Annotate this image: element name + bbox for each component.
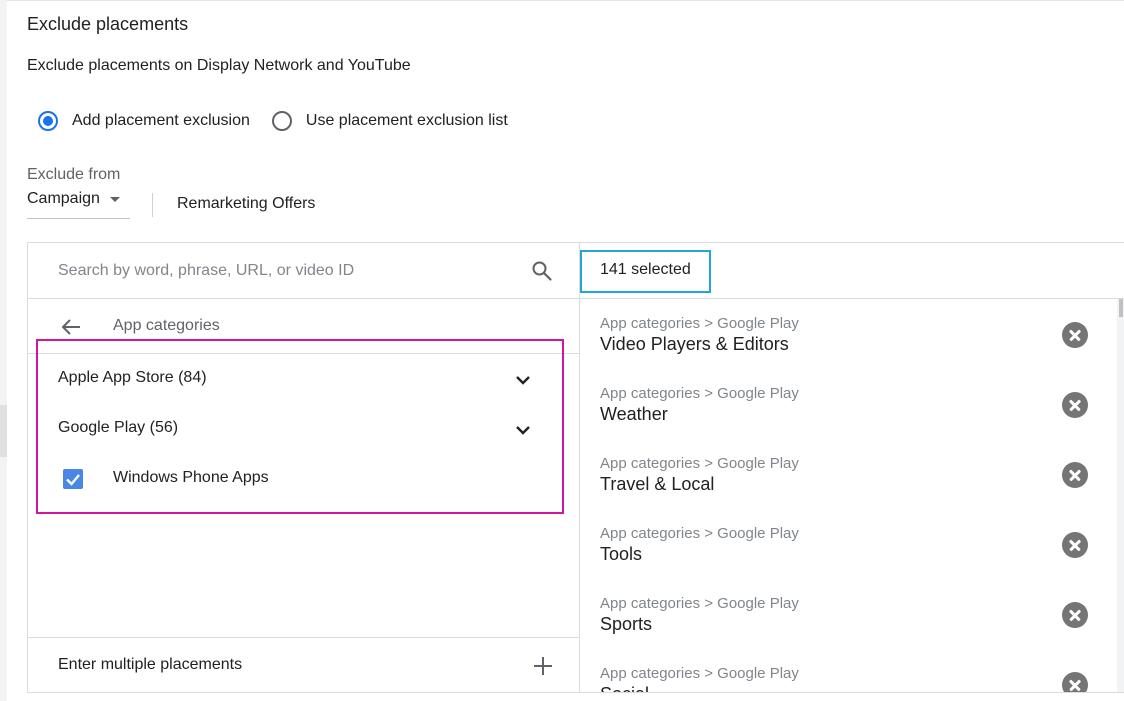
selected-pane: 141 selected App categories > Google Pla… <box>580 243 1124 692</box>
page-title: Exclude placements <box>27 14 189 34</box>
search-icon[interactable] <box>530 259 554 283</box>
enter-multiple-placements-row[interactable]: Enter multiple placements <box>28 637 579 694</box>
enter-multiple-placements-label: Enter multiple placements <box>58 656 243 673</box>
item-name: Tools <box>600 544 643 564</box>
category-label: Google Play (56) <box>58 419 179 436</box>
arrow-back-icon[interactable] <box>59 315 83 339</box>
selected-divider <box>580 298 1124 299</box>
item-path: App categories > Google Play <box>600 315 799 332</box>
left-edge-bar <box>0 0 7 701</box>
breadcrumb: App categories <box>113 317 220 334</box>
plus-icon[interactable] <box>531 654 555 678</box>
dropdown-caret-icon <box>110 197 120 202</box>
scrollbar-thumb[interactable] <box>1119 299 1123 317</box>
item-name: Video Players & Editors <box>600 334 789 354</box>
add-placement-exclusion-option[interactable]: Add placement exclusion <box>38 111 250 131</box>
remove-circle-icon[interactable] <box>1062 392 1088 418</box>
selected-count: 141 selected <box>600 261 691 278</box>
item-path: App categories > Google Play <box>600 385 799 402</box>
chevron-down-icon[interactable] <box>511 418 535 442</box>
item-name: Social <box>600 684 649 692</box>
category-label: Windows Phone Apps <box>113 469 269 486</box>
campaign-name: Remarketing Offers <box>177 195 316 212</box>
left-edge-marker <box>0 405 7 457</box>
exclude-from-label: Exclude from <box>27 166 121 183</box>
list-item: App categories > Google Play Sports <box>580 593 1110 663</box>
top-divider <box>7 0 1124 1</box>
item-name: Travel & Local <box>600 474 715 494</box>
remove-circle-icon[interactable] <box>1062 532 1088 558</box>
selected-list: App categories > Google Play Video Playe… <box>580 313 1110 692</box>
category-row-windows-phone-apps[interactable]: Windows Phone Apps <box>28 455 579 505</box>
use-exclusion-list-option[interactable]: Use placement exclusion list <box>271 111 508 131</box>
exclude-from-value: Campaign <box>27 190 100 207</box>
use-exclusion-list-label: Use placement exclusion list <box>305 112 508 129</box>
item-path: App categories > Google Play <box>600 665 799 682</box>
remove-circle-icon[interactable] <box>1062 602 1088 628</box>
list-item: App categories > Google Play Tools <box>580 523 1110 593</box>
item-path: App categories > Google Play <box>600 595 799 612</box>
search-divider <box>28 298 579 299</box>
chevron-down-icon[interactable] <box>511 368 535 392</box>
item-path: App categories > Google Play <box>600 525 799 542</box>
page-subtitle: Exclude placements on Display Network an… <box>27 57 411 74</box>
vertical-separator <box>152 193 153 217</box>
item-name: Sports <box>600 614 653 634</box>
list-item: App categories > Google Play Travel & Lo… <box>580 453 1110 523</box>
list-item: App categories > Google Play Video Playe… <box>580 313 1110 383</box>
radio-checked-icon[interactable] <box>38 111 58 131</box>
checkbox-checked-icon[interactable] <box>63 469 83 489</box>
breadcrumb-divider <box>28 353 579 354</box>
browse-pane: App categories Apple App Store (84) Goog… <box>28 243 580 692</box>
category-row-apple-app-store[interactable]: Apple App Store (84) <box>28 355 579 405</box>
scrollbar-track[interactable] <box>1117 299 1124 692</box>
exclude-from-dropdown[interactable]: Campaign <box>27 188 130 219</box>
list-item: App categories > Google Play Social <box>580 663 1110 692</box>
placement-picker-panel: App categories Apple App Store (84) Goog… <box>27 242 1124 693</box>
item-path: App categories > Google Play <box>600 455 799 472</box>
search-input[interactable] <box>58 261 498 281</box>
list-item: App categories > Google Play Weather <box>580 383 1110 453</box>
item-name: Weather <box>600 404 668 424</box>
remove-circle-icon[interactable] <box>1062 322 1088 348</box>
category-label: Apple App Store (84) <box>58 369 207 386</box>
category-row-google-play[interactable]: Google Play (56) <box>28 405 579 455</box>
checkmark-icon <box>66 474 80 486</box>
remove-circle-icon[interactable] <box>1062 672 1088 692</box>
radio-unchecked-icon[interactable] <box>271 111 292 131</box>
add-placement-exclusion-label: Add placement exclusion <box>72 112 250 129</box>
remove-circle-icon[interactable] <box>1062 462 1088 488</box>
exclusion-mode-radio-group: Add placement exclusion Use placement ex… <box>38 107 530 135</box>
